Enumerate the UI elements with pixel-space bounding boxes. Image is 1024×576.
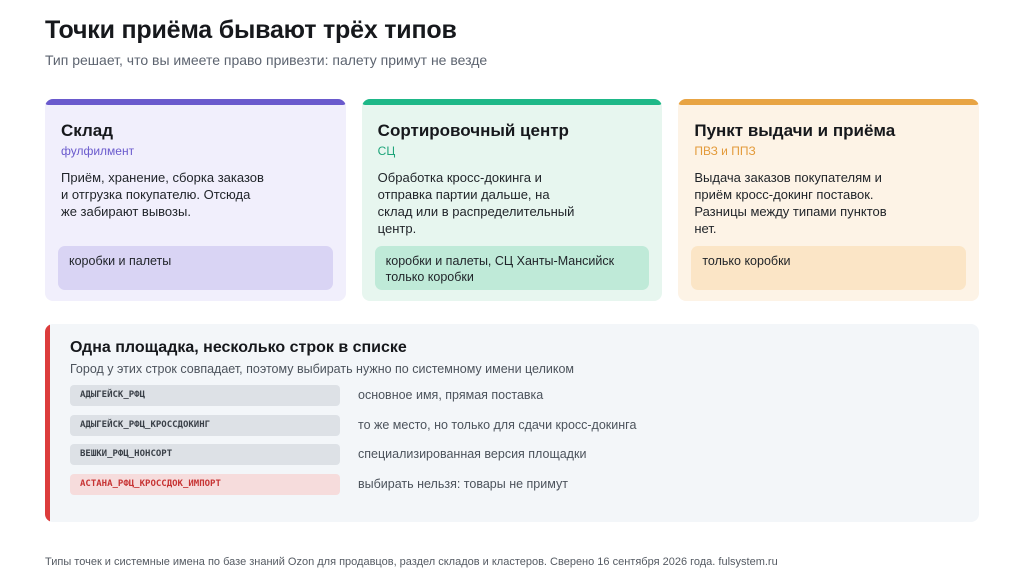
card-description: Приём, хранение, сборка заказов и отгруз… [61,170,264,219]
card-title: Склад [61,121,114,140]
system-name-explanation: выбирать нельзя: товары не примут [358,476,568,491]
card-accent-bar [361,99,663,105]
page-subtitle: Тип решает, что вы имеете право привезти… [45,52,488,68]
card-description: Выдача заказов покупателям и приём кросс… [694,170,887,236]
card-tag: СЦ [377,144,396,158]
panel-title: Одна площадка, несколько строк в списке [70,339,407,356]
panel-subtitle: Город у этих строк совпадает, поэтому вы… [70,362,575,376]
card-pickup-point: Пункт выдачи и приёма ПВЗ и ППЗ Выдача з… [678,99,980,301]
card-description: Обработка кросс-докинга и отправка парти… [377,170,575,236]
card-sorting-center: Сортировочный центр СЦ Обработка кросс-д… [361,99,663,301]
system-names-panel: Одна площадка, несколько строк в списке … [45,324,979,522]
system-name-code: ВЕШКИ_РФЦ_НОНСОРТ [70,444,340,465]
card-cargo-note: коробки и палеты, СЦ Ханты-Мансийск толь… [374,246,650,290]
panel-accent-bar [45,324,50,522]
card-accent-bar [45,99,346,105]
card-cargo-note: только коробки [691,246,967,290]
card-cargo-note: коробки и палеты [58,246,333,290]
card-warehouse: Склад фулфилмент Приём, хранение, сборка… [45,99,346,301]
system-name-code: АСТАНА_РФЦ_КРОССДОК_ИМПОРТ [70,473,340,495]
card-tag: ПВЗ и ППЗ [694,144,756,158]
system-name-code: АДЫГЕЙСК_РФЦ [70,385,340,406]
source-footnote: Типы точек и системные имена по базе зна… [45,556,778,568]
card-accent-bar [678,99,980,105]
page-title: Точки приёма бывают трёх типов [45,16,457,44]
system-name-explanation: то же место, но только для сдачи кросс-д… [358,417,637,432]
system-name-code: АДЫГЕЙСК_РФЦ_КРОССДОКИНГ [70,414,340,436]
system-name-explanation: специализированная версия площадки [358,447,587,461]
card-tag: фулфилмент [61,144,135,158]
card-title: Пункт выдачи и приёма [694,121,896,140]
card-title: Сортировочный центр [377,121,569,140]
system-name-explanation: основное имя, прямая поставка [358,388,544,402]
point-type-cards: Склад фулфилмент Приём, хранение, сборка… [45,99,980,301]
